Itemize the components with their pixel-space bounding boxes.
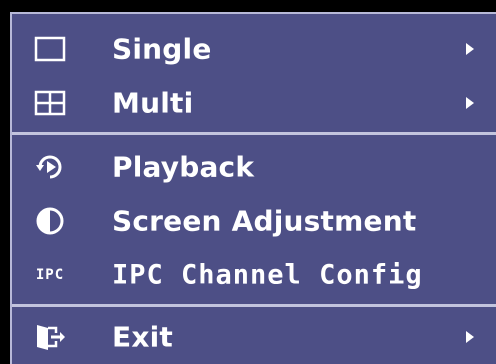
menu-item-label: Playback	[112, 150, 255, 184]
single-view-icon	[32, 34, 68, 64]
menu-item-label: Screen Adjustment	[112, 204, 417, 238]
menu-item-single[interactable]: Single	[12, 22, 496, 76]
menu-item-label: Multi	[112, 86, 194, 120]
menu-divider	[12, 132, 496, 135]
exit-icon	[32, 322, 68, 352]
ipc-icon: IPC	[32, 260, 68, 290]
contrast-icon	[32, 206, 68, 236]
ipc-icon-text: IPC	[35, 267, 65, 283]
menu-item-exit[interactable]: Exit	[12, 310, 496, 364]
menu-item-label: Exit	[112, 320, 173, 354]
submenu-arrow-icon	[466, 97, 474, 109]
menu-item-multi[interactable]: Multi	[12, 76, 496, 130]
submenu-arrow-icon	[466, 43, 474, 55]
menu-item-screen-adjustment[interactable]: Screen Adjustment	[12, 194, 496, 248]
menu-item-playback[interactable]: Playback	[12, 140, 496, 194]
multi-view-icon	[32, 88, 68, 118]
menu-divider	[12, 304, 496, 307]
menu-item-label: IPC Channel Config	[112, 259, 423, 291]
playback-icon	[32, 152, 68, 182]
context-menu: Single Multi Playback Screen Adjustment …	[10, 12, 496, 364]
menu-item-label: Single	[112, 32, 212, 66]
submenu-arrow-icon	[466, 331, 474, 343]
menu-item-ipc-channel-config[interactable]: IPC IPC Channel Config	[12, 248, 496, 302]
